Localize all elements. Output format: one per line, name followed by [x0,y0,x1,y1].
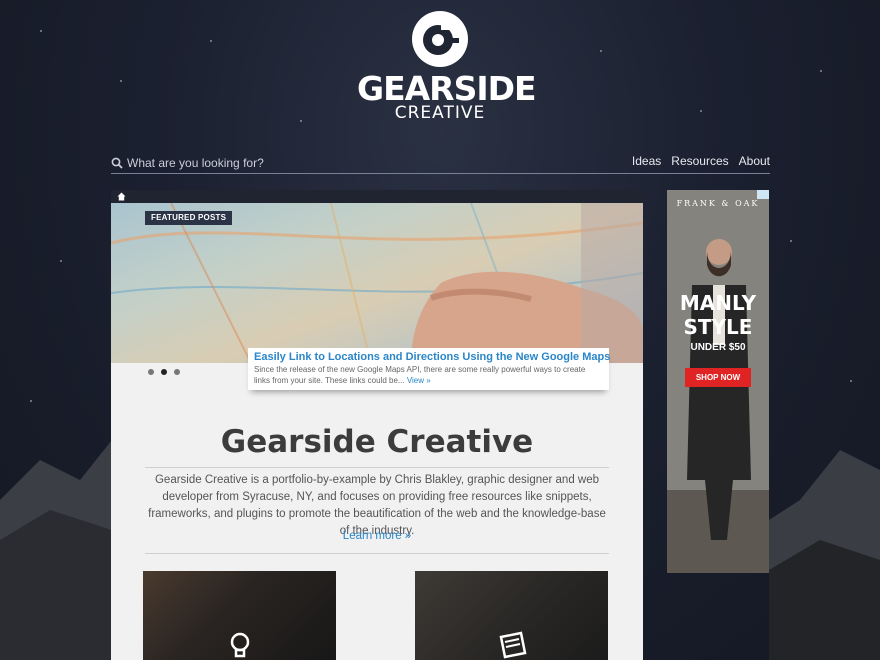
nav-item-resources[interactable]: Resources [671,154,728,168]
slider-dot[interactable] [174,369,180,375]
nav-item-ideas[interactable]: Ideas [632,154,661,168]
map-photo [111,203,643,363]
search-icon [111,157,123,169]
learn-more-link[interactable]: Learn more » [111,530,643,542]
search-input[interactable]: What are you looking for? [127,156,264,170]
logo-title: GEARSIDE [357,69,537,108]
logo-subtitle: CREATIVE [394,103,486,123]
main-content: FEATURED POSTS Easily Link to Locations … [111,190,643,660]
featured-posts-badge: FEATURED POSTS [145,211,233,225]
slider-dot[interactable] [148,369,154,375]
top-navigation: What are you looking for? Ideas Resource… [111,151,770,174]
ad-brand: FRANK & OAK [676,199,760,208]
site-logo[interactable]: GEARSIDE CREATIVE [357,10,537,123]
divider [145,467,609,468]
ad-choices-icon[interactable] [757,190,769,199]
view-link[interactable]: View » [407,376,431,385]
featured-slider[interactable]: FEATURED POSTS [111,203,643,363]
slider-dots [148,369,180,375]
ideas-card[interactable] [143,571,336,660]
home-icon[interactable] [117,192,126,201]
sidebar-advertisement[interactable]: FRANK & OAK MANLY STYLE UNDER $50 SHOP N… [667,190,769,573]
main-nav: Ideas Resources About [632,154,770,168]
featured-caption: Easily Link to Locations and Directions … [248,348,610,390]
gear-logo-icon [412,11,468,67]
resources-card[interactable] [415,571,608,660]
nav-item-about[interactable]: About [739,154,770,168]
page-title: Gearside Creative [220,424,534,460]
featured-post-excerpt: Since the release of the new Google Maps… [254,364,603,386]
featured-post-title[interactable]: Easily Link to Locations and Directions … [254,350,610,364]
ad-headline-2: STYLE [683,315,753,339]
ad-headline-1: MANLY [679,291,757,315]
ad-price: UNDER $50 [690,342,746,353]
slider-dot-active[interactable] [161,369,167,375]
book-icon [499,631,527,659]
shop-now-button[interactable]: SHOP NOW [685,368,751,387]
lightbulb-icon [230,632,250,658]
search-field[interactable]: What are you looking for? [111,154,264,172]
breadcrumb-bar [111,190,643,203]
divider [145,553,609,554]
